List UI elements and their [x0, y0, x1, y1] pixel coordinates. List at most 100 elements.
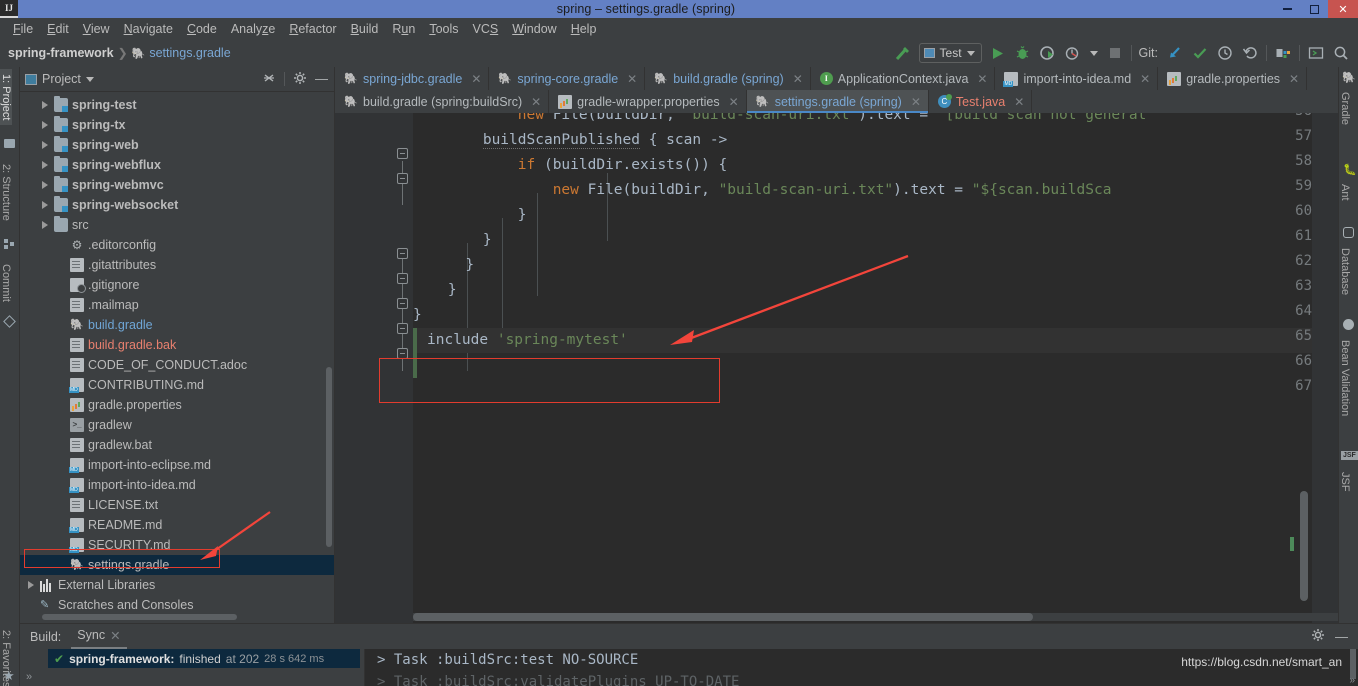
- build-console[interactable]: > Task :buildSrc:test NO-SOURCE > Task :…: [365, 649, 1358, 686]
- code-editor[interactable]: new File(buildDir, "build-scan-uri.txt")…: [335, 113, 1338, 623]
- editor-tab[interactable]: 🐘 build.gradle (spring:buildSrc) ✕: [335, 90, 550, 113]
- sidebar-item-project[interactable]: 1: Project: [0, 69, 12, 126]
- history-icon[interactable]: [1216, 44, 1234, 62]
- search-everywhere-icon[interactable]: [1332, 44, 1350, 62]
- project-tree[interactable]: spring-test spring-tx spring-web spring-web…: [20, 92, 334, 612]
- code-line[interactable]: if (buildDir.exists()) {: [413, 153, 728, 178]
- tree-item[interactable]: 🐘 build.gradle: [20, 315, 334, 335]
- tree-item[interactable]: import-into-idea.md: [20, 475, 334, 495]
- collapse-all-icon[interactable]: [262, 71, 276, 88]
- menu-run[interactable]: Run: [385, 20, 422, 38]
- editor-tab[interactable]: gradle.properties ✕: [1158, 67, 1308, 90]
- expand-icon[interactable]: »: [1349, 675, 1355, 686]
- breadcrumb-file[interactable]: settings.gradle: [149, 46, 230, 60]
- settings-icon[interactable]: [1274, 44, 1292, 62]
- debug-button[interactable]: [1014, 44, 1032, 62]
- sidebar-item-structure[interactable]: 2: Structure: [0, 159, 12, 226]
- close-icon[interactable]: ✕: [1140, 72, 1150, 86]
- run-configuration-selector[interactable]: Test: [918, 43, 982, 63]
- expand-arrow-icon[interactable]: [42, 101, 48, 109]
- sidebar-item-database[interactable]: Database: [1339, 243, 1351, 300]
- tree-item[interactable]: build.gradle.bak: [20, 335, 334, 355]
- tree-item[interactable]: gradlew.bat: [20, 435, 334, 455]
- close-icon[interactable]: ✕: [1014, 95, 1024, 109]
- fold-marker[interactable]: [397, 298, 408, 309]
- editor-tab[interactable]: C Test.java ✕: [929, 90, 1033, 113]
- tree-item[interactable]: spring-tx: [20, 115, 334, 135]
- expand-arrow-icon[interactable]: [42, 161, 48, 169]
- menu-view[interactable]: View: [76, 20, 117, 38]
- gear-icon[interactable]: [293, 71, 307, 88]
- tree-item[interactable]: spring-webflux: [20, 155, 334, 175]
- tree-item-selected[interactable]: 🐘 settings.gradle: [20, 555, 334, 575]
- minimize-button[interactable]: [1274, 0, 1301, 18]
- gear-icon[interactable]: [1311, 628, 1325, 645]
- project-tree-hscrollbar[interactable]: [42, 614, 237, 620]
- tree-item[interactable]: >_ gradlew: [20, 415, 334, 435]
- close-icon[interactable]: ✕: [471, 72, 481, 86]
- menu-window[interactable]: Window: [505, 20, 563, 38]
- menu-code[interactable]: Code: [180, 20, 224, 38]
- sidebar-item-bean-validation[interactable]: Bean Validation: [1339, 335, 1351, 421]
- tree-item[interactable]: src: [20, 215, 334, 235]
- code-line[interactable]: buildScanPublished { scan ->: [413, 128, 727, 153]
- editor-tab[interactable]: 🐘 spring-jdbc.gradle ✕: [335, 67, 490, 90]
- expand-arrow-icon[interactable]: [42, 121, 48, 129]
- tree-item[interactable]: spring-websocket: [20, 195, 334, 215]
- minimize-icon[interactable]: —: [1335, 630, 1348, 643]
- fold-marker[interactable]: [397, 273, 408, 284]
- tree-item[interactable]: spring-webmvc: [20, 175, 334, 195]
- editor-tab[interactable]: import-into-idea.md ✕: [995, 67, 1159, 90]
- editor-tab[interactable]: 🐘 build.gradle (spring) ✕: [645, 67, 811, 90]
- close-icon[interactable]: ✕: [531, 95, 541, 109]
- tree-item[interactable]: ⚙ .editorconfig: [20, 235, 334, 255]
- menu-refactor[interactable]: Refactor: [282, 20, 343, 38]
- expand-arrow-icon[interactable]: [42, 181, 48, 189]
- fold-marker[interactable]: [397, 248, 408, 259]
- code-line[interactable]: new File(buildDir, "build-scan-uri.txt")…: [413, 178, 1112, 203]
- sidebar-item-jsf[interactable]: JSF: [1339, 467, 1351, 497]
- fold-marker[interactable]: [397, 148, 408, 159]
- close-icon[interactable]: ✕: [110, 628, 120, 643]
- editor-tab[interactable]: 🐘 spring-core.gradle ✕: [489, 67, 646, 90]
- editor-tab[interactable]: 🐘 settings.gradle (spring) ✕: [746, 90, 929, 113]
- run-with-coverage-button[interactable]: [1039, 44, 1057, 62]
- project-tree-scrollbar[interactable]: [326, 367, 332, 547]
- maximize-button[interactable]: [1301, 0, 1328, 18]
- code-line[interactable]: include 'spring-mytest': [413, 328, 628, 353]
- build-result-tree[interactable]: ✔ spring-framework: finished at 202 28 s…: [20, 649, 365, 686]
- code-line[interactable]: new File(buildDir, "build-scan-uri.txt")…: [413, 113, 1147, 128]
- code-line[interactable]: }: [413, 203, 527, 228]
- tree-item[interactable]: LICENSE.txt: [20, 495, 334, 515]
- menu-help[interactable]: Help: [564, 20, 604, 38]
- expand-arrow-icon[interactable]: [42, 141, 48, 149]
- editor-horizontal-scrollbar[interactable]: [413, 613, 1338, 621]
- code-line[interactable]: }: [413, 253, 474, 278]
- sidebar-item-ant[interactable]: Ant: [1339, 179, 1351, 206]
- fold-marker[interactable]: [397, 323, 408, 334]
- tree-item[interactable]: .gitattributes: [20, 255, 334, 275]
- breadcrumb-root[interactable]: spring-framework: [8, 46, 114, 60]
- profiler-button[interactable]: [1064, 44, 1082, 62]
- tree-item[interactable]: ✎ Scratches and Consoles: [20, 595, 334, 615]
- close-icon[interactable]: ✕: [911, 95, 921, 109]
- tree-item[interactable]: gradle.properties: [20, 395, 334, 415]
- tree-item[interactable]: README.md: [20, 515, 334, 535]
- sidebar-item-commit[interactable]: Commit: [0, 259, 12, 307]
- menu-build[interactable]: Build: [344, 20, 386, 38]
- menu-edit[interactable]: Edit: [40, 20, 76, 38]
- chevron-down-icon[interactable]: [85, 76, 94, 82]
- menu-tools[interactable]: Tools: [422, 20, 465, 38]
- code-lines[interactable]: new File(buildDir, "build-scan-uri.txt")…: [413, 113, 1338, 623]
- tree-item[interactable]: import-into-eclipse.md: [20, 455, 334, 475]
- sidebar-item-gradle[interactable]: Gradle: [1339, 87, 1351, 130]
- terminal-icon[interactable]: [1307, 44, 1325, 62]
- menu-analyze[interactable]: Analyze: [224, 20, 282, 38]
- menu-file[interactable]: File: [6, 20, 40, 38]
- tab-sync[interactable]: Sync ✕: [71, 625, 127, 649]
- editor-tab[interactable]: I ApplicationContext.java ✕: [811, 67, 996, 90]
- tree-item[interactable]: SECURITY.md: [20, 535, 334, 555]
- tree-item[interactable]: spring-web: [20, 135, 334, 155]
- editor-vertical-scrollbar[interactable]: [1300, 491, 1308, 601]
- tree-item[interactable]: .gitignore: [20, 275, 334, 295]
